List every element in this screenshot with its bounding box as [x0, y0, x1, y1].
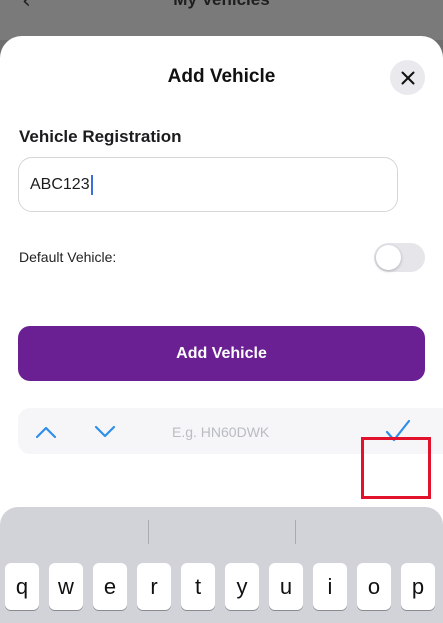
key-t[interactable]: t — [181, 563, 215, 610]
registration-input[interactable]: ABC123 — [18, 157, 398, 212]
suggestion-divider — [295, 520, 296, 544]
key-e[interactable]: e — [93, 563, 127, 610]
background-page-title: My Vehicles — [0, 0, 443, 12]
close-button[interactable] — [390, 60, 425, 95]
onscreen-keyboard: q w e r t y u i o p — [0, 507, 443, 623]
key-p[interactable]: p — [401, 563, 435, 610]
key-u[interactable]: u — [269, 563, 303, 610]
key-q[interactable]: q — [5, 563, 39, 610]
default-vehicle-toggle[interactable] — [374, 243, 425, 272]
key-w[interactable]: w — [49, 563, 83, 610]
chevron-up-icon[interactable] — [35, 425, 57, 439]
add-vehicle-button[interactable]: Add Vehicle — [18, 326, 425, 381]
key-y[interactable]: y — [225, 563, 259, 610]
registration-placeholder-hint: E.g. HN60DWK — [172, 424, 270, 440]
key-o[interactable]: o — [357, 563, 391, 610]
suggestion-divider — [148, 520, 149, 544]
done-button-highlight — [361, 437, 431, 499]
key-r[interactable]: r — [137, 563, 171, 610]
default-vehicle-label: Default Vehicle: — [19, 249, 117, 265]
key-i[interactable]: i — [313, 563, 347, 610]
close-icon — [401, 71, 414, 84]
registration-label: Vehicle Registration — [19, 127, 182, 146]
modal-title: Add Vehicle — [167, 66, 276, 87]
toggle-knob — [376, 245, 401, 270]
text-caret — [90, 174, 93, 195]
chevron-down-icon[interactable] — [94, 425, 116, 439]
background-header: ‹ My Vehicles — [0, 0, 443, 40]
registration-value: ABC123 — [30, 175, 90, 193]
